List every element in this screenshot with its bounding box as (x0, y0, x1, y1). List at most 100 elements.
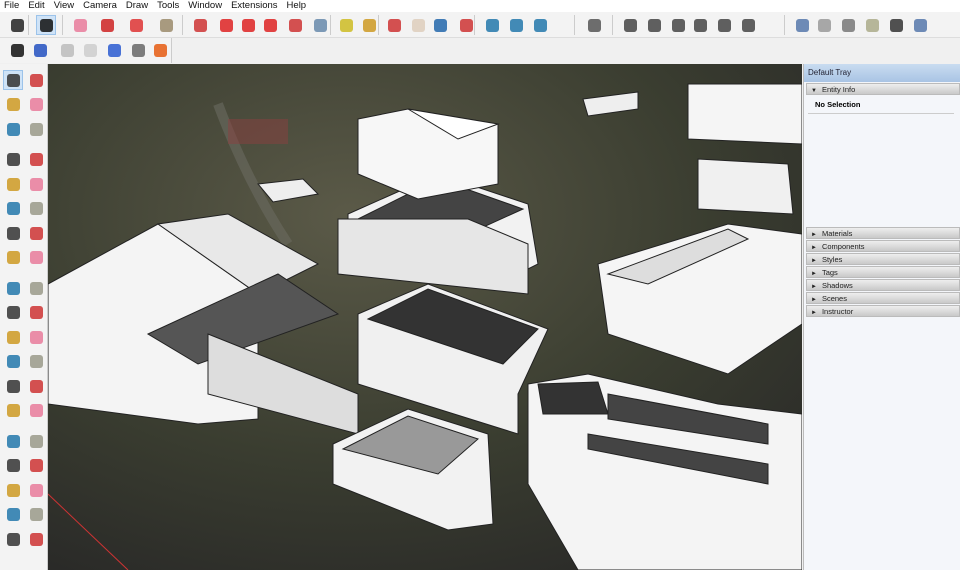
rotate-tool[interactable] (3, 303, 23, 323)
follow-me-tool[interactable] (216, 15, 236, 35)
top-view-tool[interactable] (644, 15, 664, 35)
back-view-tool[interactable] (714, 15, 734, 35)
push-pull-tool[interactable] (190, 15, 210, 35)
select-tool[interactable] (36, 15, 56, 35)
offset-tool[interactable] (26, 327, 46, 347)
pencil-line-tool[interactable] (97, 15, 117, 35)
rotate-tool[interactable] (260, 15, 280, 35)
scale-tool[interactable] (285, 15, 305, 35)
zoom-window-tool[interactable] (456, 15, 476, 35)
shaded-textures-style-tool[interactable] (886, 15, 906, 35)
pie-icon (29, 251, 43, 264)
warehouse-tool[interactable] (482, 15, 502, 35)
solid-tools-tool[interactable] (30, 40, 50, 60)
arch-tool[interactable] (80, 40, 100, 60)
shaded-style-tool[interactable] (862, 15, 882, 35)
text-tool[interactable] (26, 376, 46, 396)
help-tool[interactable] (104, 40, 124, 60)
walk-tool[interactable] (3, 505, 23, 525)
tag-icon (29, 122, 43, 136)
circle-tool[interactable] (3, 199, 23, 219)
menu-tools[interactable]: Tools (153, 0, 184, 12)
settings-gear-tool[interactable] (128, 40, 148, 60)
iso-view-tool[interactable] (620, 15, 640, 35)
hidden-line-style-tool[interactable] (838, 15, 858, 35)
pan-tool[interactable] (408, 15, 428, 35)
panel-tags[interactable]: ► Tags (806, 266, 960, 278)
menu-edit[interactable]: Edit (24, 0, 49, 12)
menu-camera[interactable]: Camera (79, 0, 122, 12)
orbit-tool[interactable] (384, 15, 404, 35)
user-tool[interactable] (584, 15, 604, 35)
pie-tool[interactable] (26, 248, 46, 268)
layout-tool[interactable] (530, 15, 550, 35)
rectangle-tool[interactable] (156, 15, 176, 35)
3d-text-tool[interactable] (26, 401, 46, 421)
zoom-extents-tool[interactable] (7, 15, 27, 35)
menu-window[interactable]: Window (184, 0, 227, 12)
footprints-tool[interactable] (26, 505, 46, 525)
menu-view[interactable]: View (50, 0, 79, 12)
follow-me-tool[interactable] (26, 303, 46, 323)
section-plane-tool[interactable] (26, 529, 46, 549)
secondary-toolbar (0, 38, 172, 63)
zoom-tool[interactable] (430, 15, 450, 35)
ruby-extension-tool[interactable] (150, 40, 170, 60)
look-around-tool[interactable] (3, 529, 23, 549)
pencil-line-tool[interactable] (3, 150, 23, 170)
eraser-tool[interactable] (70, 15, 90, 35)
database-tool[interactable] (57, 40, 77, 60)
orbit-view-tool[interactable] (3, 431, 23, 451)
panel-scenes[interactable]: ► Scenes (806, 292, 960, 304)
orbit-tool[interactable] (26, 70, 46, 90)
panel-styles[interactable]: ► Styles (806, 253, 960, 265)
three-point-arc-tool[interactable] (3, 248, 23, 268)
two-point-arc-tool[interactable] (26, 223, 46, 243)
rectangle-tool[interactable] (3, 174, 23, 194)
monochrome-style-tool[interactable] (910, 15, 930, 35)
trimble-connect-tool[interactable] (7, 40, 27, 60)
panel-materials[interactable]: ► Materials (806, 227, 960, 239)
zoom-tool[interactable] (3, 456, 23, 476)
move-tool[interactable] (3, 278, 23, 298)
panel-entity-info[interactable]: ▼ Entity Info (806, 83, 960, 95)
tape-measure-tool[interactable] (3, 352, 23, 372)
rotated-rectangle-tool[interactable] (26, 174, 46, 194)
paint-bucket-tool[interactable] (3, 95, 23, 115)
component-tool[interactable] (3, 119, 23, 139)
xray-style-tool[interactable] (792, 15, 812, 35)
arc-tool[interactable] (126, 15, 146, 35)
menu-extensions[interactable]: Extensions (227, 0, 282, 12)
wireframe-style-tool[interactable] (814, 15, 834, 35)
right-view-tool[interactable] (690, 15, 710, 35)
extension-warehouse-tool[interactable] (506, 15, 526, 35)
zoom-extents-tool[interactable] (3, 480, 23, 500)
panel-components[interactable]: ► Components (806, 240, 960, 252)
eraser-tool[interactable] (26, 95, 46, 115)
arc-tool[interactable] (3, 223, 23, 243)
scale-tool[interactable] (3, 327, 23, 347)
3d-model-viewport[interactable] (48, 64, 802, 570)
menu-help[interactable]: Help (283, 0, 312, 12)
pan-tool[interactable] (26, 431, 46, 451)
paint-bucket-tool[interactable] (359, 15, 379, 35)
axes-tool[interactable] (3, 401, 23, 421)
move-tool[interactable] (238, 15, 258, 35)
front-view-tool[interactable] (668, 15, 688, 35)
panel-shadows[interactable]: ► Shadows (806, 279, 960, 291)
select-tool[interactable] (3, 70, 23, 90)
left-view-tool[interactable] (738, 15, 758, 35)
dimension-tool[interactable] (26, 352, 46, 372)
polygon-tool[interactable] (26, 199, 46, 219)
offset-tool[interactable] (310, 15, 330, 35)
protractor-tool[interactable] (3, 376, 23, 396)
panel-instructor[interactable]: ► Instructor (806, 305, 960, 317)
menu-draw[interactable]: Draw (122, 0, 153, 12)
push-pull-tool[interactable] (26, 278, 46, 298)
position-camera-tool[interactable] (26, 480, 46, 500)
menu-file[interactable]: File (0, 0, 24, 12)
tag-tool[interactable] (26, 119, 46, 139)
tape-measure-tool[interactable] (336, 15, 356, 35)
zoom-window-tool[interactable] (26, 456, 46, 476)
freehand-tool[interactable] (26, 150, 46, 170)
